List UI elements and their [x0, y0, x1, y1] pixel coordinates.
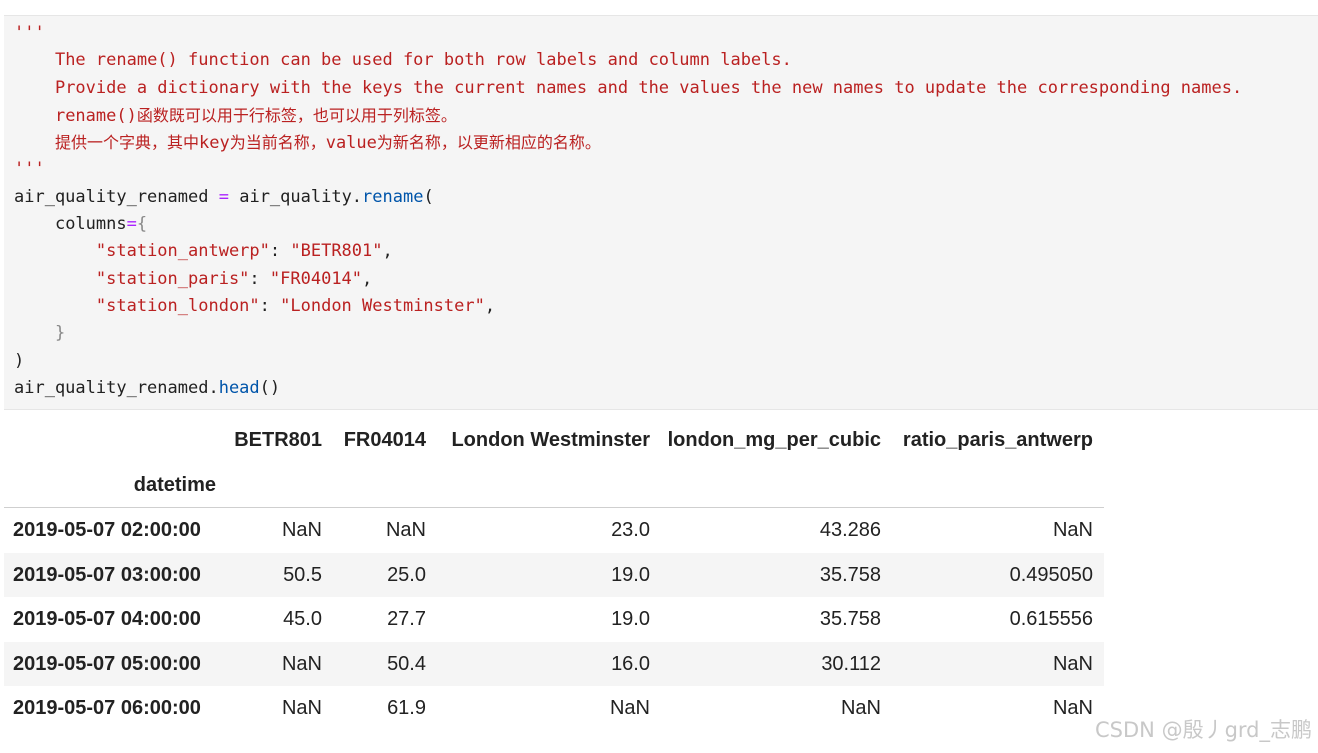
map-value: "BETR801" — [290, 241, 383, 262]
table-cell: NaN — [281, 519, 322, 541]
column-header: London Westminster — [451, 429, 650, 451]
row-index: 2019-05-07 04:00:00 — [13, 608, 201, 630]
kwarg-name: columns — [54, 214, 127, 235]
map-value: "FR04014" — [269, 268, 363, 289]
head-parens: () — [259, 377, 281, 398]
code-line-map-2: "station_london": "London Westminster", — [14, 293, 1318, 320]
table-cell: 30.112 — [821, 652, 881, 675]
head-function: head — [218, 377, 260, 398]
table-cell: 50.5 — [283, 563, 322, 586]
assign-operator: = — [218, 186, 229, 207]
doc-line-4-a: 提供一个字典，其中 — [54, 133, 199, 153]
code-line-head: air_quality_renamed.head() — [14, 375, 1318, 402]
docstring-close: ''' — [14, 159, 45, 180]
watermark: CSDN @殷丿grd_志鹏 — [1095, 718, 1312, 742]
assign-variable: air_quality_renamed — [14, 186, 209, 207]
table-row: 2019-05-07 03:00:00 50.5 25.0 19.0 35.75… — [4, 552, 1104, 597]
doc-line-4-d: value — [325, 133, 377, 154]
map-comma: , — [382, 241, 393, 262]
code-line-doc-4: 提供一个字典，其中key为当前名称，value为新名称，以更新相应的名称。 — [14, 129, 1318, 156]
table-cell: 25.0 — [387, 563, 426, 586]
code-line-close-paren: ) — [14, 348, 1318, 375]
table-cell: NaN — [281, 652, 322, 675]
table-cell: NaN — [1052, 697, 1093, 719]
row-index: 2019-05-07 06:00:00 — [13, 697, 201, 719]
code-line-doc-3: rename()函数既可以用于行标签，也可以用于列标签。 — [14, 102, 1318, 129]
code-line-assign: air_quality_renamed = air_quality.rename… — [14, 184, 1318, 211]
code-line-doc-2: Provide a dictionary with the keys the c… — [14, 75, 1318, 102]
table-cell: 61.9 — [387, 697, 426, 719]
map-colon: : — [249, 268, 270, 289]
table-cell: NaN — [840, 697, 881, 719]
docstring-open: ''' — [14, 23, 45, 43]
row-index: 2019-05-07 02:00:00 — [13, 519, 201, 541]
table-cell: 35.758 — [819, 608, 881, 630]
table-row: 2019-05-07 05:00:00 NaN 50.4 16.0 30.112… — [4, 641, 1104, 686]
column-header: FR04014 — [343, 429, 426, 451]
column-header: london_mg_per_cubic — [667, 429, 881, 451]
table-cell: NaN — [281, 697, 322, 719]
table-cell: 45.0 — [283, 608, 322, 630]
row-index: 2019-05-07 05:00:00 — [13, 652, 201, 675]
notebook-page: ''' The rename() function can be used fo… — [0, 0, 1318, 753]
open-paren: ( — [423, 186, 434, 207]
code-line-map-0: "station_antwerp": "BETR801", — [14, 238, 1318, 265]
code-line-map-1: "station_paris": "FR04014", — [14, 266, 1318, 293]
column-header-row: BETR801 FR04014 London Westminster londo… — [4, 418, 1104, 463]
map-comma: , — [362, 268, 373, 289]
table-cell: 43.286 — [819, 519, 881, 541]
table-row: 2019-05-07 02:00:00 NaN NaN 23.0 43.286 … — [4, 508, 1104, 553]
table-cell: 16.0 — [611, 652, 650, 675]
table-row: 2019-05-07 06:00:00 NaN 61.9 NaN NaN NaN — [4, 686, 1104, 731]
table-cell: 0.615556 — [1009, 608, 1093, 630]
head-object: air_quality_renamed. — [14, 377, 219, 398]
table-cell: 23.0 — [611, 519, 650, 541]
column-header: ratio_paris_antwerp — [902, 429, 1093, 451]
table-cell: 19.0 — [611, 608, 650, 630]
kwarg-equals: = — [126, 214, 137, 235]
doc-line-3-text: 函数既可以用于行标签，也可以用于列标签。 — [136, 105, 457, 125]
map-key: "station_paris" — [95, 268, 250, 289]
code-cell[interactable]: ''' The rename() function can be used fo… — [4, 15, 1318, 410]
table-cell: 19.0 — [611, 563, 650, 586]
map-key: "station_london" — [95, 295, 260, 316]
call-function: rename — [362, 186, 424, 207]
table-cell: NaN — [385, 519, 426, 541]
close-brace: } — [54, 323, 66, 344]
index-name-row: datetime — [4, 463, 1104, 508]
map-value: "London Westminster" — [280, 295, 485, 316]
table-cell: 27.7 — [387, 608, 426, 630]
code-line-close-brace: } — [14, 320, 1318, 347]
map-comma: , — [484, 295, 496, 316]
table-cell: NaN — [609, 697, 650, 719]
map-key: "station_antwerp" — [95, 241, 270, 262]
table-cell: 35.758 — [819, 563, 881, 586]
table-cell: 0.495050 — [1009, 563, 1093, 586]
doc-line-3-code: rename() — [54, 105, 137, 126]
doc-line-4-e: 为新名称，以更新相应的名称。 — [376, 133, 601, 153]
table-cell: NaN — [1052, 652, 1093, 675]
column-header: BETR801 — [234, 429, 322, 451]
doc-line-4-c: 为当前名称， — [229, 133, 326, 153]
table-row: 2019-05-07 04:00:00 45.0 27.7 19.0 35.75… — [4, 597, 1104, 642]
close-paren: ) — [14, 350, 25, 371]
row-index: 2019-05-07 03:00:00 — [13, 563, 201, 586]
code-line-docstring-open: ''' — [14, 20, 1318, 47]
table-cell: NaN — [1052, 519, 1093, 541]
index-name: datetime — [133, 473, 216, 496]
map-colon: : — [259, 295, 281, 316]
code-line-kwarg: columns={ — [14, 211, 1318, 238]
call-object: air_quality. — [239, 186, 363, 207]
doc-line-1: The rename() function can be used for bo… — [54, 50, 792, 71]
doc-line-4-b: key — [198, 133, 230, 154]
dataframe-output: BETR801 FR04014 London Westminster londo… — [4, 418, 1104, 731]
doc-line-2: Provide a dictionary with the keys the c… — [54, 77, 1243, 98]
code-line-docstring-close: ''' — [14, 156, 1318, 183]
code-line-doc-1: The rename() function can be used for bo… — [14, 47, 1318, 74]
table-cell: 50.4 — [387, 652, 426, 675]
map-colon: : — [269, 241, 291, 262]
open-brace: { — [136, 214, 148, 235]
